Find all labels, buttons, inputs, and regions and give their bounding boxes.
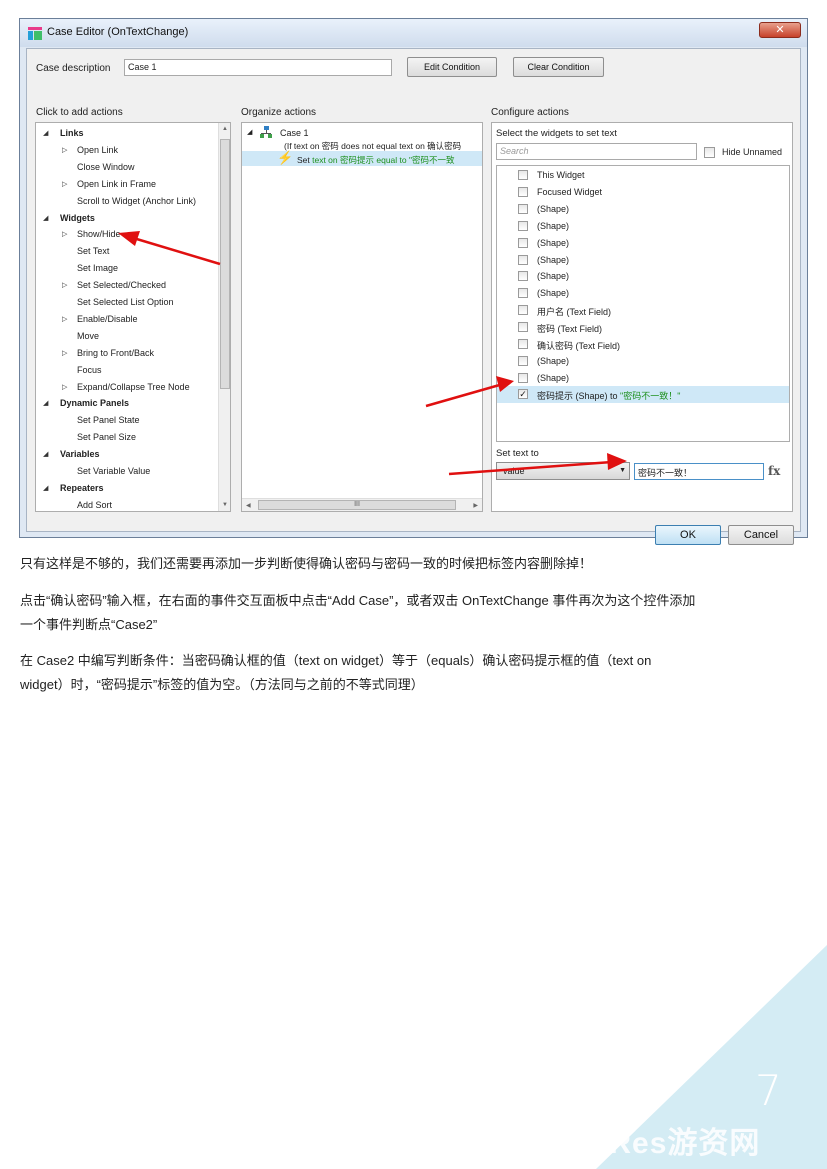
- page-number: 7: [755, 1066, 782, 1115]
- corner-decoration: [596, 945, 827, 1169]
- watermark: GameRes游资网: [522, 1127, 761, 1160]
